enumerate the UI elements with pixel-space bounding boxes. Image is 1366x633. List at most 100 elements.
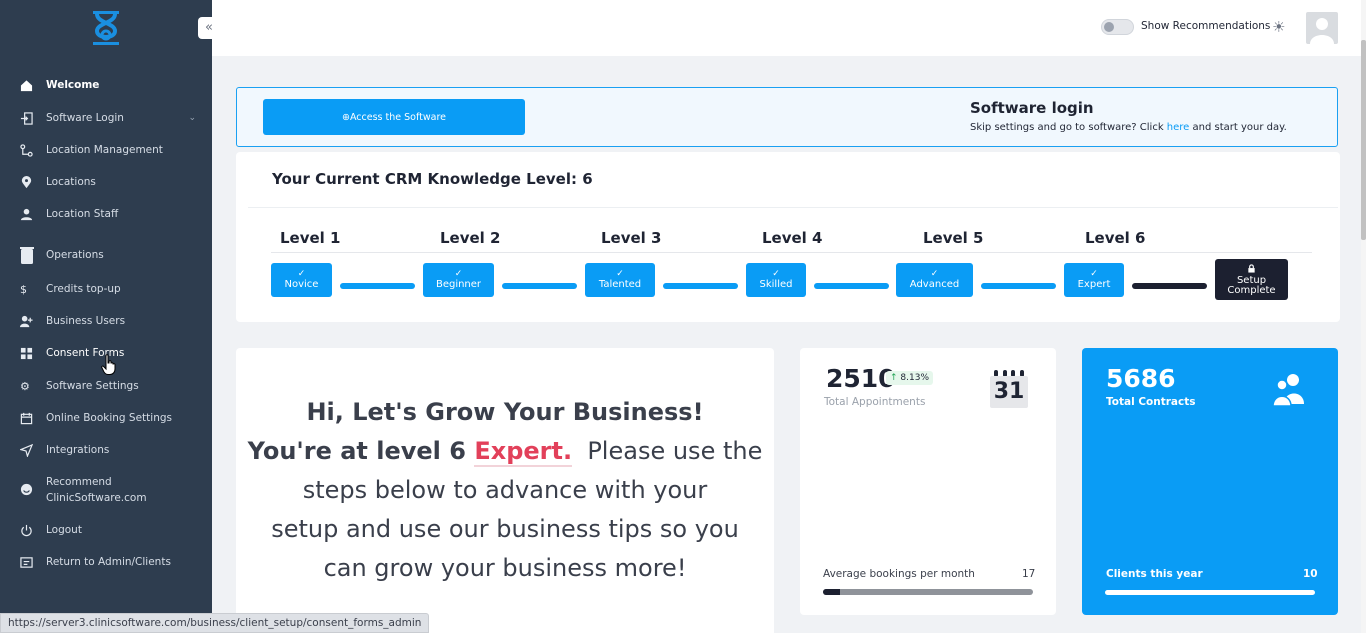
- gear-icon: ⚙: [20, 379, 30, 393]
- total-appointments-label: Total Appointments: [824, 396, 926, 408]
- clients-progress: [1105, 590, 1315, 595]
- software-login-subtitle: Skip settings and go to software? Click …: [970, 122, 1287, 133]
- show-recommendations-toggle[interactable]: [1101, 19, 1134, 35]
- page-scrollbar[interactable]: [1361, 0, 1366, 633]
- sidebar-item-label: Return to Admin/Clients: [46, 556, 171, 568]
- sun-icon[interactable]: ☀: [1272, 18, 1285, 36]
- level-label: Level 3: [601, 229, 662, 247]
- appointments-card: 2510 ↑ 8.13% Total Appointments 31 Avera…: [800, 348, 1056, 615]
- check-icon: ✓: [1090, 269, 1098, 279]
- trash-icon: [20, 245, 40, 265]
- sidebar-item-label: Location Staff: [46, 208, 119, 220]
- crm-level-title: Your Current CRM Knowledge Level: 6: [272, 170, 593, 188]
- avatar[interactable]: [1306, 12, 1338, 44]
- step-skilled[interactable]: ✓ Skilled: [746, 263, 806, 297]
- sidebar-item-recommend[interactable]: Recommend ClinicSoftware.com: [20, 474, 200, 506]
- sidebar-item-business-users[interactable]: Business Users: [20, 314, 200, 328]
- sidebar-item-return-to-admin[interactable]: Return to Admin/Clients: [20, 555, 200, 569]
- users-icon: [1272, 374, 1304, 407]
- sidebar-item-label: Welcome: [46, 79, 100, 91]
- topbar: Show Recommendations ☀: [212, 0, 1362, 56]
- sidebar-item-operations[interactable]: Operations: [20, 245, 200, 265]
- arrow-up-icon: ↑: [890, 373, 898, 383]
- change-badge: ↑ 8.13%: [886, 371, 934, 385]
- level-highlight: Expert.: [474, 437, 573, 467]
- sidebar-item-label: Locations: [46, 176, 96, 188]
- lock-icon: [1247, 263, 1256, 276]
- sidebar-item-label: Location Management: [46, 144, 163, 156]
- total-contracts-value: 5686: [1106, 364, 1176, 393]
- contracts-card: 5686 Total Contracts Clients this year 1…: [1082, 348, 1338, 615]
- step-expert[interactable]: ✓ Expert: [1064, 263, 1124, 297]
- software-login-banner: ⊕Access the Software Software login Skip…: [236, 87, 1338, 147]
- sidebar-item-software-login[interactable]: Software Login ⌄: [20, 111, 200, 125]
- map-pin-icon: [20, 175, 40, 189]
- calendar-icon: 31: [990, 370, 1028, 408]
- check-icon: ✓: [772, 269, 780, 279]
- level-label: Level 6: [1085, 229, 1146, 247]
- software-login-title: Software login: [970, 99, 1094, 117]
- level-label: Level 4: [762, 229, 823, 247]
- sidebar-item-label: Logout: [46, 524, 82, 536]
- check-icon: ✓: [616, 269, 624, 279]
- sidebar-item-label: Software Login: [46, 112, 124, 124]
- here-link[interactable]: here: [1167, 122, 1190, 133]
- sidebar-item-credits-top-up[interactable]: $ Credits top-up: [20, 282, 200, 296]
- step-novice[interactable]: ✓ Novice: [271, 263, 332, 297]
- smile-icon: [20, 482, 40, 496]
- dollar-icon: $: [20, 282, 27, 296]
- location-management-icon: [20, 143, 40, 157]
- welcome-panel: Hi, Let's Grow Your Business! You're at …: [236, 348, 774, 633]
- clients-this-year-label: Clients this year: [1106, 568, 1203, 580]
- level-label: Level 1: [280, 229, 341, 247]
- sidebar-item-locations[interactable]: Locations: [20, 175, 200, 189]
- clinicsoftware-logo[interactable]: [89, 9, 123, 47]
- total-contracts-label: Total Contracts: [1106, 396, 1196, 408]
- show-recommendations-label: Show Recommendations: [1141, 20, 1271, 32]
- power-icon: [20, 523, 40, 537]
- hand-cursor-icon: [101, 354, 116, 375]
- step-beginner[interactable]: ✓ Beginner: [423, 263, 494, 297]
- average-bookings-label: Average bookings per month: [823, 568, 975, 580]
- step-advanced[interactable]: ✓ Advanced: [896, 263, 973, 297]
- home-icon: [20, 78, 40, 92]
- send-icon: [20, 443, 40, 457]
- login-icon: [20, 111, 40, 125]
- step-connector: [502, 283, 577, 289]
- clients-this-year-value: 10: [1303, 568, 1318, 580]
- average-bookings-progress: [823, 589, 1033, 595]
- check-icon: ✓: [297, 269, 306, 279]
- sidebar-item-online-booking-settings[interactable]: Online Booking Settings: [20, 411, 200, 425]
- access-software-button[interactable]: ⊕Access the Software: [263, 99, 525, 135]
- step-setup-complete[interactable]: Setup Complete: [1215, 259, 1288, 300]
- toggle-knob: [1104, 22, 1114, 32]
- sidebar-item-location-staff[interactable]: Location Staff: [20, 207, 200, 221]
- divider: [271, 252, 1312, 253]
- crm-level-card: Your Current CRM Knowledge Level: 6 Leve…: [236, 152, 1340, 322]
- sidebar-item-label: Credits top-up: [46, 283, 121, 295]
- sidebar-item-integrations[interactable]: Integrations: [20, 443, 200, 457]
- step-connector: [981, 283, 1056, 289]
- sidebar-item-label: Business Users: [46, 315, 126, 327]
- sidebar-item-welcome[interactable]: Welcome: [20, 78, 200, 92]
- user-plus-icon: [20, 314, 40, 328]
- sidebar-item-location-management[interactable]: Location Management: [20, 143, 200, 157]
- sidebar-item-label: Recommend ClinicSoftware.com: [46, 476, 147, 504]
- sidebar-item-software-settings[interactable]: ⚙ Software Settings: [20, 379, 200, 393]
- scrollbar-thumb[interactable]: [1361, 40, 1366, 240]
- step-talented[interactable]: ✓ Talented: [585, 263, 655, 297]
- check-icon: ✓: [454, 269, 463, 279]
- return-icon: [20, 555, 40, 569]
- sidebar-item-label: Online Booking Settings: [46, 412, 172, 424]
- staff-icon: [20, 207, 40, 221]
- level-label: Level 5: [923, 229, 984, 247]
- calendar-icon: [20, 411, 40, 425]
- sidebar-item-logout[interactable]: Logout: [20, 523, 200, 537]
- welcome-message: Hi, Let's Grow Your Business! You're at …: [247, 398, 763, 582]
- chevron-down-icon[interactable]: ⌄: [188, 113, 196, 123]
- dashboard-icon: [20, 346, 40, 360]
- status-url: https://server3.clinicsoftware.com/busin…: [0, 613, 430, 633]
- sidebar-item-label: Integrations: [46, 444, 110, 456]
- progress-fill: [823, 589, 840, 595]
- level-label: Level 2: [440, 229, 501, 247]
